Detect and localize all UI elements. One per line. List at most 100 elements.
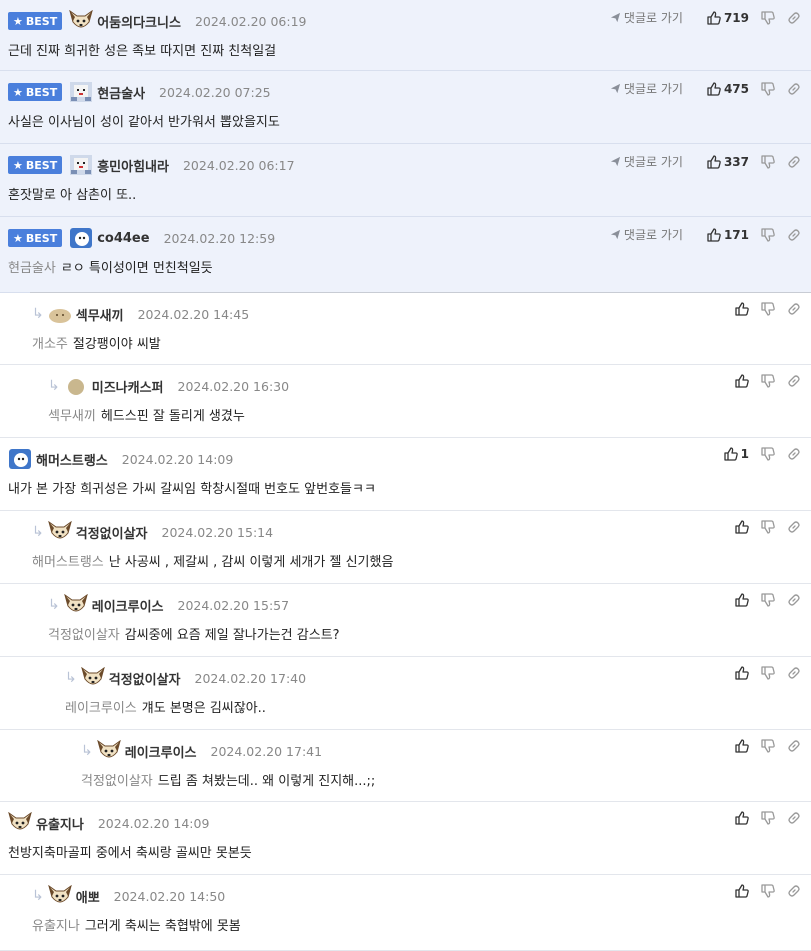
like-button[interactable]	[735, 302, 749, 316]
share-link-button[interactable]	[787, 811, 801, 825]
thumbs-down-icon	[761, 155, 775, 169]
mention-nickname[interactable]: 걱정없이살자	[48, 628, 120, 643]
comment: ↳ 미즈나캐스퍼 2024.02.20 16:30 섹무새끼 헤드스핀 잘 돌리게 생겼…	[0, 365, 811, 438]
mention-nickname[interactable]: 레이크루이스	[65, 701, 137, 716]
dislike-button[interactable]	[761, 82, 775, 96]
goto-comment-link[interactable]: 댓글로 가기	[610, 80, 683, 97]
author-nickname[interactable]: 레이크루이스	[125, 742, 197, 761]
author-nickname[interactable]: 유출지나	[36, 814, 84, 833]
dislike-button[interactable]	[761, 374, 775, 388]
author-nickname[interactable]: co44ee	[97, 231, 149, 246]
goto-label: 댓글로 가기	[623, 228, 683, 242]
dislike-button[interactable]	[761, 520, 775, 534]
like-button[interactable]: 1	[724, 447, 749, 461]
share-link-button[interactable]	[787, 739, 801, 753]
comment-actions	[723, 593, 801, 607]
comment-text: 절강팽이야 씨발	[72, 337, 161, 352]
share-link-button[interactable]	[787, 155, 801, 169]
avatar[interactable]	[69, 10, 93, 32]
like-button[interactable]	[735, 520, 749, 534]
author-nickname[interactable]: 레이크루이스	[92, 596, 164, 615]
mention-nickname[interactable]: 개소주	[32, 337, 68, 352]
thumbs-up-icon	[735, 302, 749, 316]
avatar[interactable]	[8, 448, 32, 470]
goto-comment-link[interactable]: 댓글로 가기	[610, 226, 683, 243]
dislike-button[interactable]	[761, 11, 775, 25]
like-button[interactable]	[735, 374, 749, 388]
share-link-button[interactable]	[787, 228, 801, 242]
dislike-button[interactable]	[761, 884, 775, 898]
like-button[interactable]	[735, 593, 749, 607]
avatar[interactable]	[69, 81, 93, 103]
author-nickname[interactable]: 어둠의다크니스	[97, 12, 181, 31]
like-button[interactable]: 719	[707, 11, 749, 25]
avatar[interactable]	[69, 154, 93, 176]
comment-actions: 댓글로 가기 719	[610, 9, 801, 26]
mention-nickname[interactable]: 걱정없이살자	[81, 774, 153, 789]
author-nickname[interactable]: 해머스트랭스	[36, 450, 108, 469]
like-button[interactable]	[735, 666, 749, 680]
like-button[interactable]: 171	[707, 228, 749, 242]
share-link-button[interactable]	[787, 520, 801, 534]
author-nickname[interactable]: 현금술사	[97, 83, 145, 102]
comment-date: 2024.02.20 06:17	[182, 157, 295, 173]
link-icon	[787, 82, 801, 96]
avatar[interactable]	[81, 667, 105, 689]
like-button[interactable]	[735, 811, 749, 825]
author-nickname[interactable]: 섹무새끼	[76, 305, 124, 324]
share-link-button[interactable]	[787, 11, 801, 25]
share-link-button[interactable]	[787, 593, 801, 607]
avatar-image	[97, 740, 121, 762]
like-button[interactable]: 337	[707, 155, 749, 169]
author-nickname[interactable]: 미즈나캐스퍼	[92, 377, 164, 396]
like-button[interactable]: 475	[707, 82, 749, 96]
dislike-button[interactable]	[761, 811, 775, 825]
reply-arrow-icon: ↳	[32, 524, 44, 540]
author-nickname[interactable]: 애뽀	[76, 887, 100, 906]
avatar[interactable]	[97, 740, 121, 762]
mention-nickname[interactable]: 현금술사	[8, 261, 56, 276]
comment-text: 난 사공씨 , 제갈씨 , 감씨 이렇게 세개가 젤 신기했음	[108, 555, 394, 570]
share-link-button[interactable]	[787, 447, 801, 461]
avatar[interactable]	[48, 521, 72, 543]
dislike-button[interactable]	[761, 666, 775, 680]
dislike-button[interactable]	[761, 447, 775, 461]
avatar[interactable]	[64, 594, 88, 616]
goto-label: 댓글로 가기	[623, 155, 683, 169]
avatar[interactable]	[48, 303, 72, 325]
thumbs-up-icon	[707, 155, 721, 169]
author-nickname[interactable]: 걱정없이살자	[109, 669, 181, 688]
like-button[interactable]	[735, 884, 749, 898]
share-link-button[interactable]	[787, 302, 801, 316]
author-nickname[interactable]: 걱정없이살자	[76, 523, 148, 542]
link-icon	[787, 374, 801, 388]
avatar[interactable]	[69, 227, 93, 249]
mention-nickname[interactable]: 유출지나	[32, 919, 80, 934]
share-link-button[interactable]	[787, 374, 801, 388]
goto-comment-link[interactable]: 댓글로 가기	[610, 153, 683, 170]
best-badge: ★ BEST	[8, 83, 63, 101]
like-button[interactable]	[735, 739, 749, 753]
share-link-button[interactable]	[787, 82, 801, 96]
avatar[interactable]	[64, 375, 88, 397]
share-link-button[interactable]	[787, 884, 801, 898]
dislike-button[interactable]	[761, 302, 775, 316]
goto-comment-link[interactable]: 댓글로 가기	[610, 9, 683, 26]
author-nickname[interactable]: 흥민아힘내라	[97, 156, 169, 175]
link-icon	[787, 884, 801, 898]
link-icon	[787, 228, 801, 242]
dislike-button[interactable]	[761, 155, 775, 169]
goto-label: 댓글로 가기	[623, 11, 683, 25]
best-badge: ★ BEST	[8, 156, 63, 174]
link-icon	[787, 11, 801, 25]
avatar[interactable]	[8, 812, 32, 834]
share-link-button[interactable]	[787, 666, 801, 680]
mention-nickname[interactable]: 해머스트랭스	[32, 555, 104, 570]
dislike-button[interactable]	[761, 593, 775, 607]
best-badge: ★ BEST	[8, 229, 63, 247]
link-icon	[787, 302, 801, 316]
mention-nickname[interactable]: 섹무새끼	[48, 409, 96, 424]
avatar[interactable]	[48, 885, 72, 907]
dislike-button[interactable]	[761, 739, 775, 753]
dislike-button[interactable]	[761, 228, 775, 242]
